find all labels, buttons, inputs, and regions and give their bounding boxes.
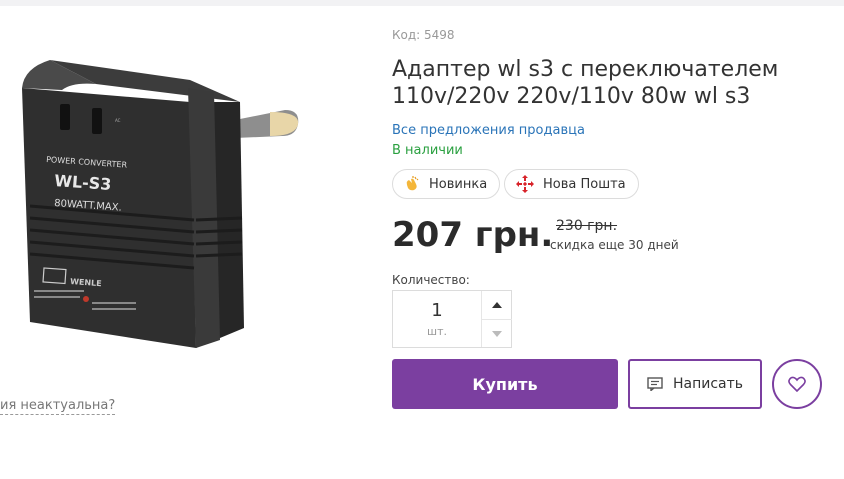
buy-button[interactable]: Купить (392, 359, 618, 409)
quantity-input[interactable]: 1 (393, 300, 481, 321)
write-message-label: Написать (672, 376, 744, 392)
badge-nova-poshta-label: Нова Пошта (543, 176, 626, 192)
svg-text:WL-S3: WL-S3 (54, 171, 112, 194)
quantity-increase-button[interactable] (482, 291, 512, 319)
product-image[interactable]: AC POWER CONVERTER WL-S3 80WATT.MAX. WEN… (0, 40, 330, 370)
seller-offers-link[interactable]: Все предложения продавца (392, 123, 585, 138)
heart-icon (788, 376, 806, 392)
badge-new-label: Новинка (429, 176, 488, 192)
write-message-button[interactable]: Написать (628, 359, 762, 409)
power-converter-image: AC POWER CONVERTER WL-S3 80WATT.MAX. WEN… (22, 60, 299, 348)
availability-status: В наличии (392, 143, 463, 158)
badge-nova-poshta[interactable]: Нова Пошта (504, 169, 639, 199)
triangle-up-icon (492, 302, 502, 308)
product-sku: Код: 5498 (392, 28, 455, 42)
quantity-decrease-button[interactable] (482, 319, 512, 347)
report-outdated-link[interactable]: ия неактуальна? (0, 398, 116, 415)
discount-note: скидка еще 30 дней (550, 238, 679, 252)
product-title: Адаптер wl s3 с переключателем 110v/220v… (392, 57, 779, 109)
triangle-down-icon (492, 330, 502, 337)
quantity-label: Количество: (392, 273, 470, 287)
wishlist-button[interactable] (772, 359, 822, 409)
quantity-stepper: 1 шт. (392, 290, 512, 348)
nova-poshta-icon (516, 175, 534, 193)
old-price: 230 грн. (556, 218, 618, 234)
badge-new[interactable]: Новинка (392, 169, 501, 199)
hand-clap-icon (406, 176, 419, 191)
current-price: 207 грн. (392, 215, 554, 255)
message-icon (647, 377, 663, 391)
svg-text:AC: AC (115, 118, 121, 123)
top-bar (0, 0, 844, 6)
quantity-unit: шт. (427, 325, 447, 338)
